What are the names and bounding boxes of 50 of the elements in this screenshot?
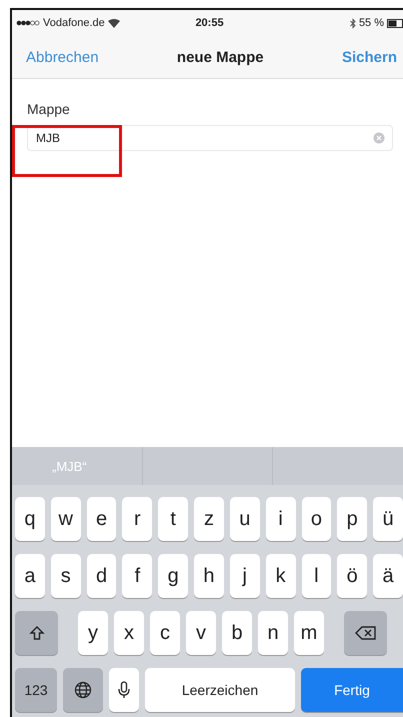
screen-title: neue Mappe — [176, 48, 264, 66]
key[interactable]: n — [258, 611, 288, 655]
battery-icon — [387, 18, 403, 28]
key[interactable]: v — [186, 611, 216, 655]
key[interactable]: s — [50, 554, 81, 598]
battery-percent: 55 % — [358, 17, 384, 29]
input-field[interactable]: MJB — [27, 125, 393, 151]
dictation-key[interactable] — [109, 668, 139, 712]
key[interactable]: y — [78, 611, 108, 655]
key[interactable]: r — [122, 497, 152, 541]
done-key[interactable]: Fertig — [301, 668, 403, 712]
backspace-key[interactable] — [344, 611, 387, 655]
key[interactable]: u — [230, 497, 260, 541]
key[interactable]: i — [266, 497, 296, 541]
carrier-name: Vodafone.de — [43, 17, 105, 29]
signal-icon — [16, 20, 40, 26]
space-key[interactable]: Leerzeichen — [145, 668, 295, 712]
key[interactable]: e — [86, 497, 116, 541]
key[interactable]: m — [294, 611, 324, 655]
key[interactable]: p — [337, 497, 368, 541]
shift-icon — [28, 625, 44, 641]
clock-time: 20:55 — [195, 17, 224, 29]
wifi-icon — [108, 18, 120, 28]
key[interactable]: c — [150, 611, 180, 655]
key[interactable]: j — [230, 554, 260, 598]
key[interactable]: g — [158, 554, 188, 598]
key[interactable]: q — [15, 497, 45, 541]
globe-key[interactable] — [63, 668, 103, 712]
key[interactable]: ü — [373, 497, 403, 541]
microphone-icon — [118, 681, 130, 699]
globe-icon — [74, 681, 92, 699]
key[interactable]: x — [114, 611, 144, 655]
key[interactable]: o — [302, 497, 332, 541]
key[interactable]: h — [194, 554, 224, 598]
key[interactable]: k — [266, 554, 296, 598]
field-label: Mappe — [27, 101, 70, 117]
key[interactable]: f — [122, 554, 152, 598]
bluetooth-icon — [350, 18, 356, 28]
key[interactable]: ö — [337, 554, 368, 598]
key[interactable]: ä — [373, 554, 403, 598]
key[interactable]: l — [302, 554, 332, 598]
key[interactable]: z — [194, 497, 224, 541]
key[interactable]: d — [86, 554, 116, 598]
shift-key[interactable] — [15, 611, 58, 655]
key[interactable]: t — [158, 497, 188, 541]
key[interactable]: w — [50, 497, 81, 541]
numbers-key[interactable]: 123 — [15, 668, 57, 712]
backspace-icon — [354, 625, 376, 641]
key[interactable]: a — [15, 554, 45, 598]
key[interactable]: b — [222, 611, 252, 655]
